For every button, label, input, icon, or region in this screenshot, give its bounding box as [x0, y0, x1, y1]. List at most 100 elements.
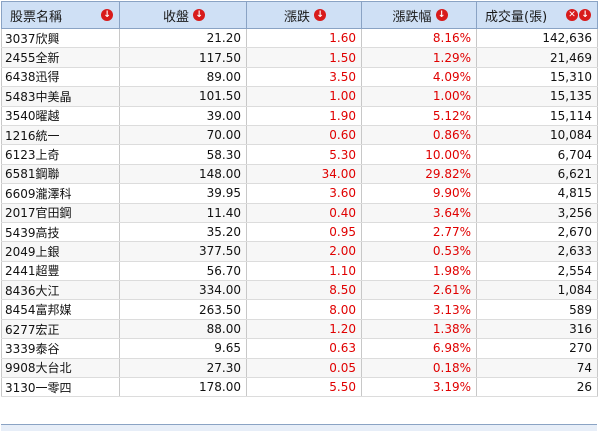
cell-stock-name[interactable]: 9908大台北 — [1, 358, 120, 379]
cell-volume: 74 — [476, 358, 598, 379]
cell-change: 3.60 — [246, 183, 362, 204]
cell-stock-name[interactable]: 3037欣興 — [1, 28, 120, 49]
cell-change: 2.00 — [246, 241, 362, 262]
cell-change-percent: 3.64% — [361, 203, 477, 223]
cell-stock-name[interactable]: 6277宏正 — [1, 319, 120, 340]
cell-stock-name[interactable]: 2017官田鋼 — [1, 203, 120, 223]
sort-down-icon[interactable]: ↓ — [435, 9, 448, 21]
table-footer-strip — [1, 425, 597, 431]
table-row[interactable]: 9908大台北 27.30 0.05 0.18% 74 — [1, 358, 598, 379]
cell-close: 70.00 — [119, 125, 247, 146]
cell-close: 89.00 — [119, 67, 247, 88]
cell-volume: 10,084 — [476, 125, 598, 146]
cell-change: 1.50 — [246, 47, 362, 68]
cell-close: 39.95 — [119, 183, 247, 204]
cell-change: 0.40 — [246, 203, 362, 223]
cell-change: 0.63 — [246, 338, 362, 359]
cell-change-percent: 0.86% — [361, 125, 477, 146]
cell-change: 0.05 — [246, 358, 362, 379]
table-row[interactable]: 3339泰谷 9.65 0.63 6.98% 270 — [1, 338, 598, 359]
table-row[interactable]: 8454富邦媒 263.50 8.00 3.13% 589 — [1, 299, 598, 320]
sort-down-icon[interactable]: ↓ — [314, 9, 326, 21]
cell-stock-name[interactable]: 2455全新 — [1, 47, 120, 68]
table-row[interactable]: 6277宏正 88.00 1.20 1.38% 316 — [1, 319, 598, 340]
cell-close: 117.50 — [119, 47, 247, 68]
sort-clear-icon[interactable]: ✕ — [566, 9, 578, 21]
header-close[interactable]: 收盤 ↓ — [119, 1, 247, 29]
cell-change: 5.50 — [246, 377, 362, 398]
cell-close: 263.50 — [119, 299, 247, 320]
table-row[interactable]: 3540曜越 39.00 1.90 5.12% 15,114 — [1, 106, 598, 126]
table-row[interactable]: 5483中美晶 101.50 1.00 1.00% 15,135 — [1, 86, 598, 107]
table-row[interactable]: 6581鋼聯 148.00 34.00 29.82% 6,621 — [1, 164, 598, 185]
cell-volume: 3,256 — [476, 203, 598, 223]
cell-change-percent: 4.09% — [361, 67, 477, 88]
cell-stock-name[interactable]: 6609瀧澤科 — [1, 183, 120, 204]
header-change-percent[interactable]: 漲跌幅 ↓ — [361, 1, 477, 29]
cell-close: 35.20 — [119, 222, 247, 243]
cell-stock-name[interactable]: 3540曜越 — [1, 106, 120, 126]
table-row[interactable]: 2441超豐 56.70 1.10 1.98% 2,554 — [1, 261, 598, 282]
header-stock-name[interactable]: 股票名稱 ↓ — [1, 1, 120, 29]
cell-stock-name[interactable]: 6438迅得 — [1, 67, 120, 88]
cell-close: 39.00 — [119, 106, 247, 126]
table-row[interactable]: 5439高技 35.20 0.95 2.77% 2,670 — [1, 222, 598, 243]
cell-change-percent: 2.77% — [361, 222, 477, 243]
cell-stock-name[interactable]: 2441超豐 — [1, 261, 120, 282]
cell-volume: 589 — [476, 299, 598, 320]
cell-change-percent: 8.16% — [361, 28, 477, 49]
cell-close: 334.00 — [119, 280, 247, 301]
header-volume[interactable]: 成交量(張) ✕ ↓ — [476, 1, 598, 29]
cell-change-percent: 10.00% — [361, 144, 477, 165]
table-row[interactable]: 6123上奇 58.30 5.30 10.00% 6,704 — [1, 144, 598, 165]
stock-ranking-table: 股票名稱 ↓ 收盤 ↓ 漲跌 ↓ 漲跌幅 ↓ 成交量(張) ✕ ↓ 3037欣興… — [1, 1, 598, 398]
cell-stock-name[interactable]: 3339泰谷 — [1, 338, 120, 359]
sort-down-icon[interactable]: ↓ — [193, 9, 205, 21]
cell-volume: 26 — [476, 377, 598, 398]
table-row[interactable]: 3037欣興 21.20 1.60 8.16% 142,636 — [1, 28, 598, 49]
table-row[interactable]: 8436大江 334.00 8.50 2.61% 1,084 — [1, 280, 598, 301]
cell-change: 0.60 — [246, 125, 362, 146]
cell-change-percent: 5.12% — [361, 106, 477, 126]
cell-change-percent: 0.18% — [361, 358, 477, 379]
cell-volume: 15,135 — [476, 86, 598, 107]
cell-close: 21.20 — [119, 28, 247, 49]
cell-volume: 15,114 — [476, 106, 598, 126]
cell-volume: 2,554 — [476, 261, 598, 282]
cell-volume: 2,633 — [476, 241, 598, 262]
table-row[interactable]: 2455全新 117.50 1.50 1.29% 21,469 — [1, 47, 598, 68]
cell-change: 3.50 — [246, 67, 362, 88]
cell-change-percent: 1.00% — [361, 86, 477, 107]
cell-close: 58.30 — [119, 144, 247, 165]
stock-table-panel: 股票名稱 ↓ 收盤 ↓ 漲跌 ↓ 漲跌幅 ↓ 成交量(張) ✕ ↓ 3037欣興… — [0, 0, 598, 431]
cell-stock-name[interactable]: 6123上奇 — [1, 144, 120, 165]
table-row[interactable]: 6438迅得 89.00 3.50 4.09% 15,310 — [1, 67, 598, 88]
cell-change-percent: 6.98% — [361, 338, 477, 359]
cell-change-percent: 9.90% — [361, 183, 477, 204]
cell-stock-name[interactable]: 1216統一 — [1, 125, 120, 146]
cell-stock-name[interactable]: 5483中美晶 — [1, 86, 120, 107]
cell-volume: 1,084 — [476, 280, 598, 301]
cell-stock-name[interactable]: 6581鋼聯 — [1, 164, 120, 185]
table-row[interactable]: 2049上銀 377.50 2.00 0.53% 2,633 — [1, 241, 598, 262]
cell-stock-name[interactable]: 2049上銀 — [1, 241, 120, 262]
table-row[interactable]: 2017官田鋼 11.40 0.40 3.64% 3,256 — [1, 203, 598, 223]
table-row[interactable]: 1216統一 70.00 0.60 0.86% 10,084 — [1, 125, 598, 146]
cell-stock-name[interactable]: 3130一零四 — [1, 377, 120, 398]
cell-change-percent: 1.38% — [361, 319, 477, 340]
cell-change-percent: 0.53% — [361, 241, 477, 262]
cell-stock-name[interactable]: 8436大江 — [1, 280, 120, 301]
cell-change: 8.50 — [246, 280, 362, 301]
cell-stock-name[interactable]: 8454富邦媒 — [1, 299, 120, 320]
sort-down-icon[interactable]: ↓ — [579, 9, 591, 21]
table-row[interactable]: 6609瀧澤科 39.95 3.60 9.90% 4,815 — [1, 183, 598, 204]
cell-close: 377.50 — [119, 241, 247, 262]
sort-down-icon[interactable]: ↓ — [101, 9, 113, 21]
cell-change: 34.00 — [246, 164, 362, 185]
table-row[interactable]: 3130一零四 178.00 5.50 3.19% 26 — [1, 377, 598, 398]
cell-close: 148.00 — [119, 164, 247, 185]
cell-stock-name[interactable]: 5439高技 — [1, 222, 120, 243]
header-change[interactable]: 漲跌 ↓ — [246, 1, 362, 29]
cell-close: 11.40 — [119, 203, 247, 223]
cell-close: 27.30 — [119, 358, 247, 379]
